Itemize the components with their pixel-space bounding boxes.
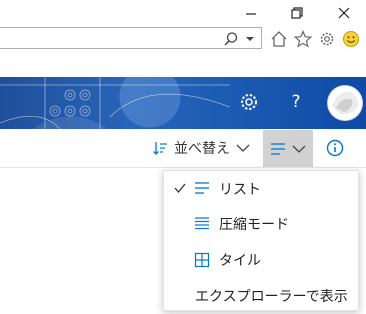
address-input[interactable] [0, 27, 262, 49]
menu-item-compact[interactable]: 圧縮モード [164, 206, 358, 242]
settings-gear-icon[interactable] [318, 30, 336, 48]
menu-item-tiles[interactable]: タイル [164, 242, 358, 278]
help-icon[interactable]: ? [287, 89, 305, 115]
menu-item-label: リスト [219, 182, 261, 198]
sort-icon [153, 142, 167, 155]
minimize-icon[interactable] [241, 4, 261, 22]
home-icon[interactable] [270, 30, 288, 48]
search-icon[interactable] [223, 31, 239, 47]
settings-gear-icon[interactable] [238, 91, 260, 113]
site-header-banner: ? [0, 77, 366, 129]
avatar[interactable] [328, 86, 362, 120]
list-view-icon [271, 143, 285, 155]
sort-label: 並べ替え [174, 141, 230, 157]
compact-list-icon [195, 217, 209, 230]
menu-item-label: タイル [219, 253, 261, 269]
sort-button[interactable]: 並べ替え [152, 138, 250, 158]
info-icon[interactable] [326, 139, 344, 157]
list-icon [195, 182, 209, 194]
checkmark-icon [174, 183, 186, 194]
user-photo [328, 86, 362, 120]
view-options-button[interactable] [263, 130, 313, 167]
chevron-down-icon [292, 145, 306, 153]
menu-item-label: 圧縮モード [219, 217, 289, 233]
menu-item-open-in-explorer[interactable]: エクスプローラーで表示 [164, 278, 358, 314]
window-titlebar [0, 0, 366, 26]
feedback-smiley-icon[interactable] [342, 30, 360, 48]
chevron-down-icon [236, 144, 250, 152]
favorites-star-icon[interactable] [294, 30, 312, 48]
dropdown-arrow-icon[interactable] [245, 30, 255, 46]
menu-item-label: エクスプローラーで表示 [195, 289, 348, 305]
tiles-icon [194, 252, 210, 268]
view-menu: リスト 圧縮モード タイル エクスプローラーで表示 [163, 170, 359, 311]
header-background-art [0, 77, 230, 129]
menu-item-list[interactable]: リスト [164, 171, 358, 207]
restore-icon[interactable] [287, 4, 307, 22]
close-icon[interactable] [334, 4, 354, 22]
